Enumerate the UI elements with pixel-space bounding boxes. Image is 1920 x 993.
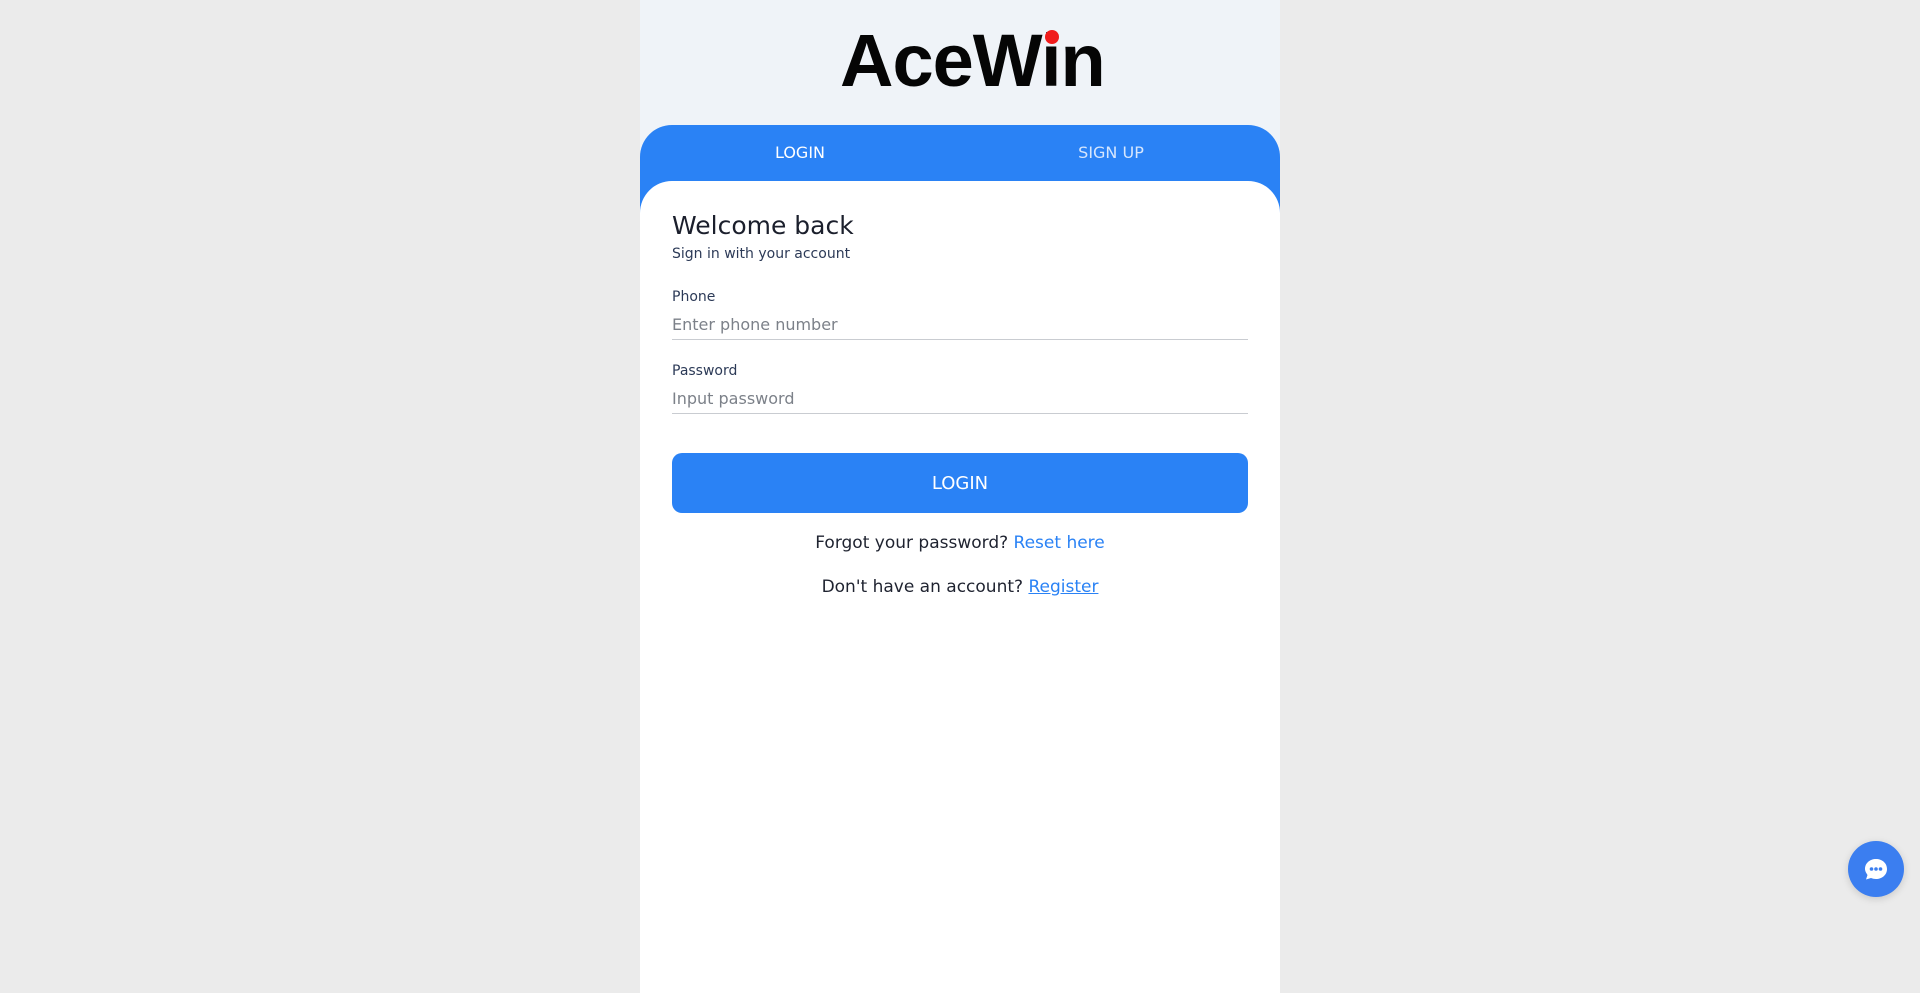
phone-input[interactable] xyxy=(672,309,1248,340)
chat-bubble-icon xyxy=(1865,859,1887,880)
header: AceWin xyxy=(640,0,1280,125)
page-subtitle: Sign in with your account xyxy=(672,246,851,262)
login-card: Welcome back Sign in with your account P… xyxy=(640,181,1280,993)
phone-label: Phone xyxy=(672,289,716,305)
register-line: Don't have an account? Register xyxy=(640,577,1280,597)
reset-password-link[interactable]: Reset here xyxy=(1014,533,1105,553)
tab-login[interactable]: LOGIN xyxy=(640,125,960,181)
no-account-text: Don't have an account? xyxy=(821,577,1029,597)
logo-dot xyxy=(1045,30,1059,44)
forgot-password-line: Forgot your password? Reset here xyxy=(640,533,1280,553)
logo: AceWin xyxy=(840,16,1120,106)
login-button[interactable]: LOGIN xyxy=(672,453,1248,513)
password-input[interactable] xyxy=(672,383,1248,414)
register-link[interactable]: Register xyxy=(1028,577,1098,597)
logo-text: AceWin xyxy=(840,19,1106,102)
chat-button[interactable] xyxy=(1848,841,1904,897)
password-label: Password xyxy=(672,363,738,379)
page-title: Welcome back xyxy=(672,211,854,240)
login-app: AceWin LOGIN SIGN UP Welcome back Sign i… xyxy=(640,0,1280,993)
tab-sign-up[interactable]: SIGN UP xyxy=(951,125,1271,181)
forgot-password-text: Forgot your password? xyxy=(815,533,1014,553)
